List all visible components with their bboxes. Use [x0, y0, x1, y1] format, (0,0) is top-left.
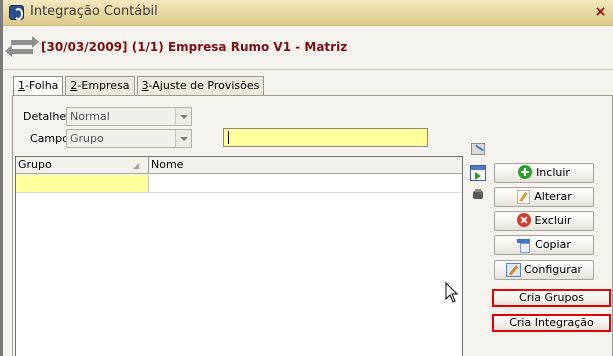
- detalhe-label: Detalhe: [23, 110, 67, 123]
- add-icon: [518, 165, 533, 179]
- grid-header: Grupo ◢ Nome: [16, 157, 462, 174]
- copiar-button[interactable]: Copiar: [494, 235, 594, 255]
- mouse-pointer-icon: [445, 282, 459, 303]
- title-bar: Integração Contábil ×: [3, 0, 613, 26]
- tab-empresa[interactable]: 2-Empresa: [65, 76, 135, 95]
- tab-folha[interactable]: 1-Folha: [13, 76, 64, 96]
- alterar-button[interactable]: Alterar: [494, 187, 594, 207]
- column-header-grupo[interactable]: Grupo: [18, 158, 52, 171]
- configurar-button[interactable]: Configurar: [494, 260, 594, 280]
- copiar-label: Copiar: [535, 238, 571, 251]
- detalhe-value: Normal: [70, 110, 110, 123]
- incluir-label: Incluir: [536, 166, 570, 179]
- configurar-label: Configurar: [523, 263, 583, 276]
- tab-strip: 1-Folha 2-Empresa 3-Ajuste de Provisões: [13, 76, 266, 96]
- cria-grupos-button[interactable]: Cria Grupos: [492, 289, 611, 307]
- delete-icon: [516, 213, 531, 227]
- copy-icon: [517, 237, 531, 253]
- print-icon[interactable]: [470, 187, 486, 203]
- search-input[interactable]: [223, 128, 428, 147]
- transfer-arrows-icon[interactable]: [5, 36, 39, 57]
- groups-grid[interactable]: Grupo ◢ Nome: [15, 156, 463, 356]
- integration-window: Integração Contábil × [30/03/2009] (1/1)…: [0, 0, 613, 356]
- close-icon[interactable]: ×: [592, 5, 609, 21]
- grupo-cell[interactable]: [16, 175, 148, 192]
- detalhe-select[interactable]: Normal: [66, 107, 192, 126]
- tab-empresa-label: -Empresa: [77, 79, 130, 92]
- tab-folha-label: -Folha: [25, 79, 59, 92]
- tab-ajuste-label: -Ajuste de Provisões: [148, 79, 260, 92]
- configure-icon: [505, 262, 521, 277]
- excluir-label: Excluir: [534, 214, 572, 227]
- sort-ascending-icon: ◢: [133, 161, 140, 170]
- tab-ajuste-key: 3: [141, 79, 149, 92]
- column-header-nome[interactable]: Nome: [151, 158, 183, 171]
- window-title: Integração Contábil: [30, 4, 158, 19]
- incluir-button[interactable]: Incluir: [494, 163, 594, 183]
- table-row[interactable]: [16, 175, 462, 193]
- tab-ajuste-provisoes[interactable]: 3-Ajuste de Provisões: [136, 76, 265, 95]
- app-icon: [9, 5, 24, 20]
- text-caret: [228, 131, 229, 144]
- export-icon[interactable]: [470, 165, 486, 181]
- edit-record-icon[interactable]: [470, 141, 486, 157]
- edit-icon: [516, 189, 531, 204]
- alterar-label: Alterar: [534, 190, 572, 203]
- chevron-down-icon[interactable]: [175, 108, 191, 125]
- excluir-button[interactable]: Excluir: [494, 211, 594, 231]
- company-info: [30/03/2009] (1/1) Empresa Rumo V1 - Mat…: [41, 40, 348, 54]
- tab-folha-key: 1: [18, 79, 25, 92]
- campo-label: Campo: [30, 132, 69, 145]
- chevron-down-icon[interactable]: [175, 130, 191, 147]
- campo-value: Grupo: [70, 132, 104, 145]
- campo-select[interactable]: Grupo: [66, 129, 192, 148]
- cria-integracao-button[interactable]: Cria Integração: [492, 314, 611, 332]
- header-bar: [30/03/2009] (1/1) Empresa Rumo V1 - Mat…: [3, 27, 613, 70]
